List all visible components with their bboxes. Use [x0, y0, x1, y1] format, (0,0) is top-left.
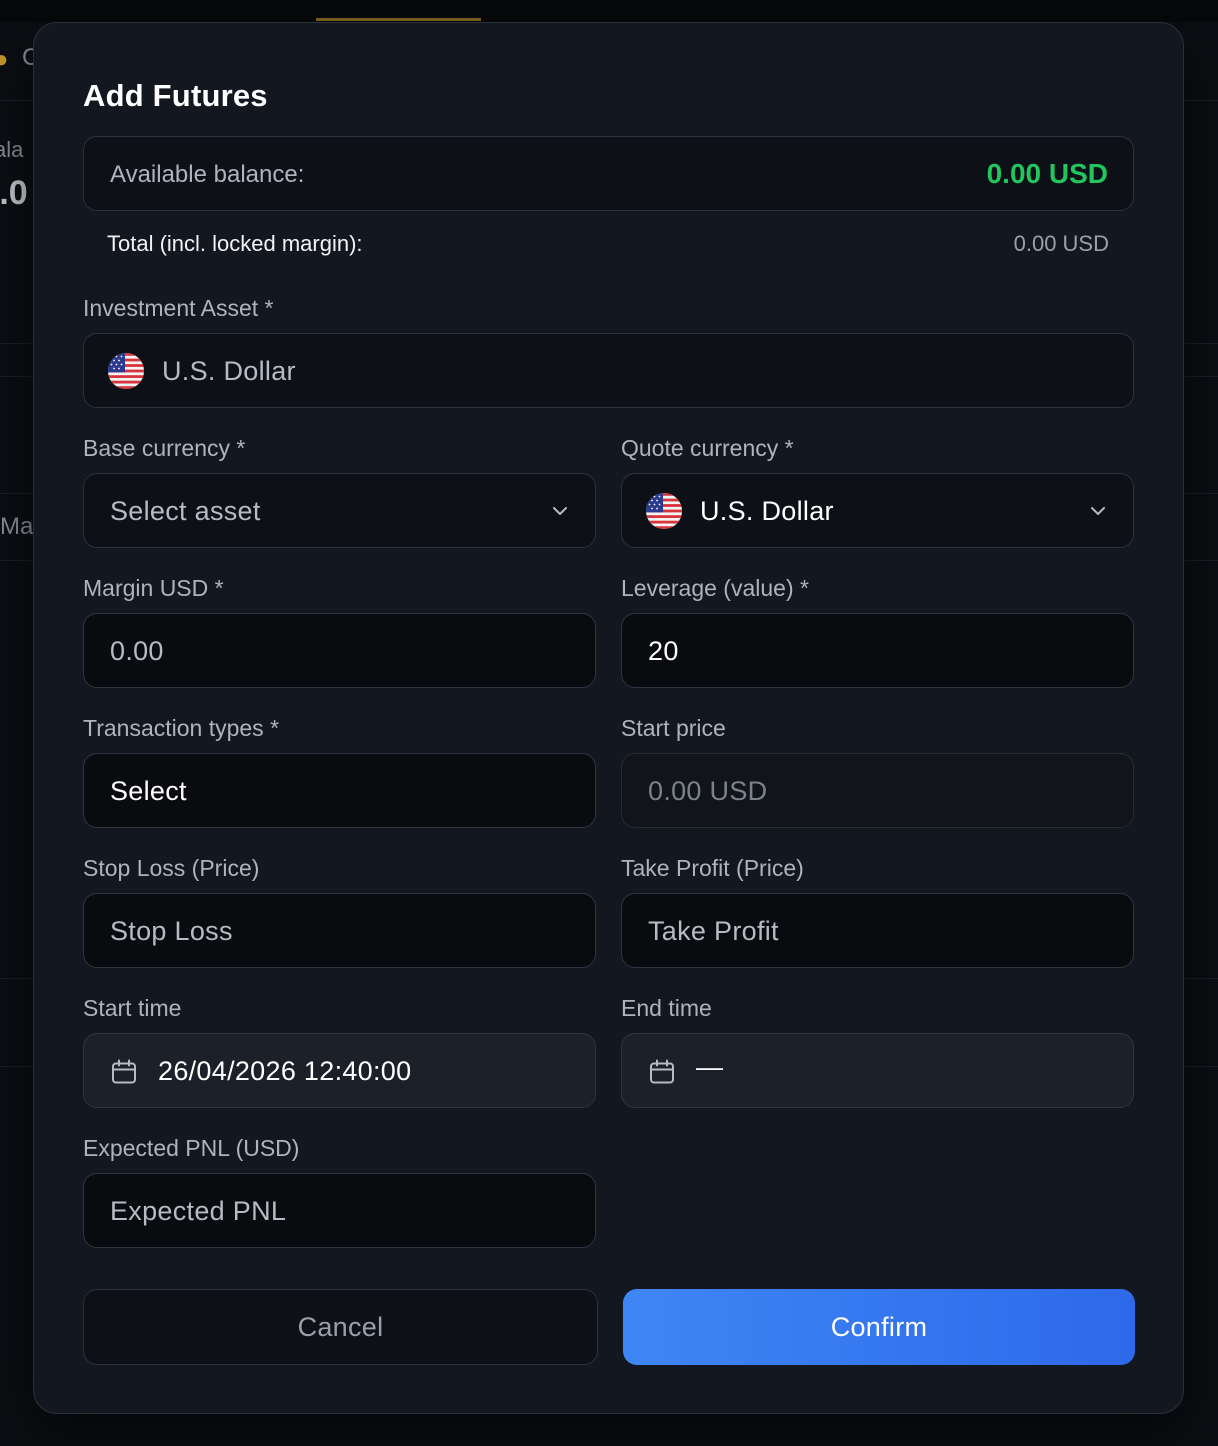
start-price-label: Start price	[621, 715, 726, 741]
stop-loss-label: Stop Loss (Price)	[83, 855, 260, 881]
total-balance-label: Total (incl. locked margin):	[107, 231, 363, 256]
base-currency-placeholder: Select asset	[110, 496, 261, 526]
end-time-picker[interactable]: —	[621, 1033, 1134, 1108]
total-balance-value: 0.00 USD	[1013, 231, 1109, 256]
base-currency-select[interactable]: Select asset	[83, 473, 596, 548]
calendar-icon	[112, 1059, 136, 1084]
quote-currency-select[interactable]: U.S. Dollar	[621, 473, 1134, 548]
start-time-picker[interactable]: 26/04/2026 12:40:00	[83, 1033, 596, 1108]
stop-loss-placeholder: Stop Loss	[110, 916, 233, 946]
expected-pnl-placeholder: Expected PNL	[110, 1196, 287, 1226]
start-time-label: Start time	[83, 995, 182, 1021]
background-coin-icon: ●	[0, 46, 9, 73]
background-active-tab-indicator	[316, 18, 481, 21]
background-text: ala	[0, 137, 24, 162]
available-balance-label: Available balance:	[110, 161, 305, 188]
end-time-label: End time	[621, 995, 712, 1021]
chevron-down-icon	[1091, 507, 1105, 515]
add-futures-dialog: Add Futures Available balance: 0.00 USD …	[33, 22, 1184, 1414]
available-balance-value: 0.00 USD	[986, 158, 1108, 189]
transaction-types-label: Transaction types *	[83, 715, 280, 741]
stop-loss-input[interactable]: Stop Loss	[83, 893, 596, 968]
leverage-value: 20	[648, 636, 679, 666]
background-topbar	[0, 0, 1218, 22]
base-currency-label: Base currency *	[83, 435, 246, 461]
investment-asset-label: Investment Asset *	[83, 295, 274, 321]
leverage-label: Leverage (value) *	[621, 575, 809, 601]
chevron-down-icon	[553, 507, 567, 515]
leverage-input[interactable]: 20	[621, 613, 1134, 688]
transaction-types-value: Select	[110, 776, 187, 806]
investment-asset-field[interactable]: U.S. Dollar	[83, 333, 1134, 408]
background-text: Ma	[0, 513, 34, 540]
margin-label: Margin USD *	[83, 575, 224, 601]
us-flag-icon	[108, 353, 144, 389]
margin-input[interactable]: 0.00	[83, 613, 596, 688]
end-time-value: —	[696, 1052, 724, 1082]
start-price-input: 0.00 USD	[621, 753, 1134, 828]
take-profit-label: Take Profit (Price)	[621, 855, 804, 881]
expected-pnl-label: Expected PNL (USD)	[83, 1135, 300, 1161]
start-time-value: 26/04/2026 12:40:00	[158, 1056, 412, 1086]
cancel-button[interactable]: Cancel	[83, 1289, 598, 1365]
expected-pnl-input[interactable]: Expected PNL	[83, 1173, 596, 1248]
confirm-button[interactable]: Confirm	[623, 1289, 1135, 1365]
investment-asset-value: U.S. Dollar	[162, 356, 296, 386]
transaction-types-select[interactable]: Select	[83, 753, 596, 828]
margin-placeholder: 0.00	[110, 636, 164, 666]
quote-currency-value: U.S. Dollar	[700, 496, 834, 526]
take-profit-placeholder: Take Profit	[648, 916, 779, 946]
available-balance-box: Available balance: 0.00 USD	[83, 136, 1134, 211]
take-profit-input[interactable]: Take Profit	[621, 893, 1134, 968]
quote-currency-label: Quote currency *	[621, 435, 794, 461]
calendar-icon	[650, 1059, 674, 1084]
background-text: ).0	[0, 174, 28, 212]
us-flag-icon	[646, 493, 682, 529]
dialog-title: Add Futures	[83, 78, 268, 113]
start-price-placeholder: 0.00 USD	[648, 776, 768, 806]
